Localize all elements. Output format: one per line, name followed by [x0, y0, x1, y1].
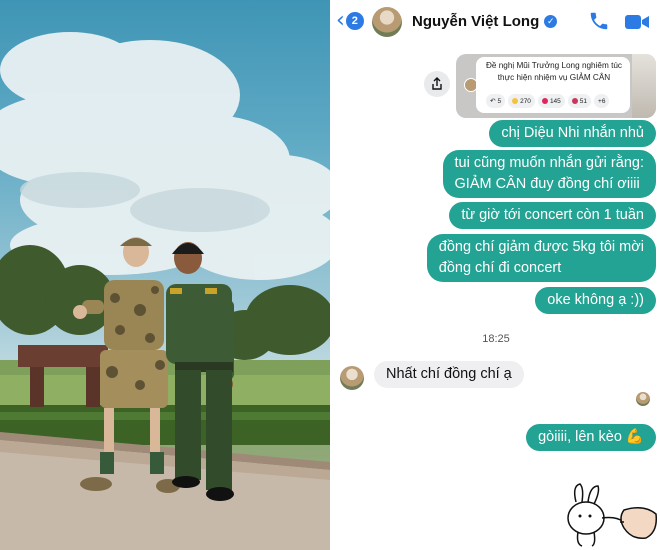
- message-outgoing[interactable]: tui cũng muốn nhắn gửi rằng: GIẢM CÂN đu…: [442, 150, 656, 198]
- share-icon: [432, 77, 442, 90]
- message-text: đồng chí đi concert: [438, 260, 562, 276]
- message-text: chị Diệu Nhi nhắn nhủ: [501, 125, 644, 141]
- message-text: từ giờ tới concert còn 1 tuần: [461, 207, 644, 223]
- unread-count-badge: 2: [345, 12, 364, 30]
- message-outgoing[interactable]: chị Diệu Nhi nhắn nhủ: [489, 120, 656, 147]
- shared-post[interactable]: Đề nghị Mũi Trưởng Long nghiêm túc thực …: [456, 54, 656, 118]
- message-text: tui cũng muốn nhắn gửi rằng:: [454, 155, 644, 171]
- post-reactions: ↶ 5 270 145 51 +6: [486, 94, 610, 108]
- timestamp: 18:25: [482, 333, 510, 345]
- message-text: Nhất chí đồng chí ạ: [386, 366, 512, 382]
- contact-name[interactable]: Nguyễn Việt Long ✓: [412, 13, 558, 30]
- person-soldier: [166, 242, 234, 501]
- message-text: oke không ạ :)): [547, 292, 644, 308]
- clouds: [0, 32, 330, 280]
- contact-name-text: Nguyễn Việt Long: [412, 13, 540, 30]
- chat-header: ‹ 2 Nguyễn Việt Long ✓: [332, 0, 660, 44]
- haha-count: 270: [520, 97, 531, 105]
- love-count: 51: [579, 97, 588, 105]
- chat-panel: ‹ 2 Nguyễn Việt Long ✓ Đề nghị Mũi Trưởn…: [332, 0, 660, 550]
- seen-avatar-icon: [636, 392, 650, 406]
- more-count: +6: [598, 97, 606, 105]
- phone-icon[interactable]: [588, 10, 610, 32]
- verified-icon: ✓: [544, 15, 558, 28]
- chevron-left-icon: ‹: [336, 8, 345, 33]
- message-outgoing[interactable]: oke không ạ :)): [535, 287, 656, 314]
- message-text: GIẢM CÂN đuy đồng chí ơiiii: [454, 176, 640, 192]
- photo-panel: [0, 0, 330, 550]
- post-image: [632, 54, 656, 118]
- post-text: Đề nghị Mũi Trưởng Long nghiêm túc thực …: [485, 61, 622, 82]
- sender-avatar[interactable]: [340, 366, 364, 390]
- back-button[interactable]: ‹ 2: [336, 10, 364, 32]
- message-text: đồng chí giảm được 5kg tôi mời: [438, 239, 644, 255]
- message-text: gòiiii, lên kèo 💪: [538, 429, 644, 445]
- more-reactions: +6: [594, 94, 610, 108]
- bunny-sticker-icon[interactable]: [562, 482, 660, 548]
- reply-count: 5: [497, 97, 502, 105]
- message-incoming[interactable]: Nhất chí đồng chí ạ: [374, 361, 524, 388]
- heart-count: 145: [549, 97, 561, 105]
- share-button[interactable]: [424, 71, 450, 97]
- photo-scene: [0, 32, 330, 550]
- contact-avatar[interactable]: [372, 7, 402, 37]
- message-outgoing[interactable]: gòiiii, lên kèo 💪: [526, 424, 656, 451]
- love-icon: 51: [567, 94, 592, 108]
- message-outgoing[interactable]: đồng chí giảm được 5kg tôi mời đồng chí …: [426, 234, 656, 282]
- reply-icon: ↶ 5: [486, 94, 506, 108]
- message-outgoing[interactable]: từ giờ tới concert còn 1 tuần: [449, 202, 656, 229]
- haha-icon: 270: [508, 94, 535, 108]
- video-call-icon[interactable]: [624, 12, 650, 32]
- heart-icon: 145: [537, 94, 565, 108]
